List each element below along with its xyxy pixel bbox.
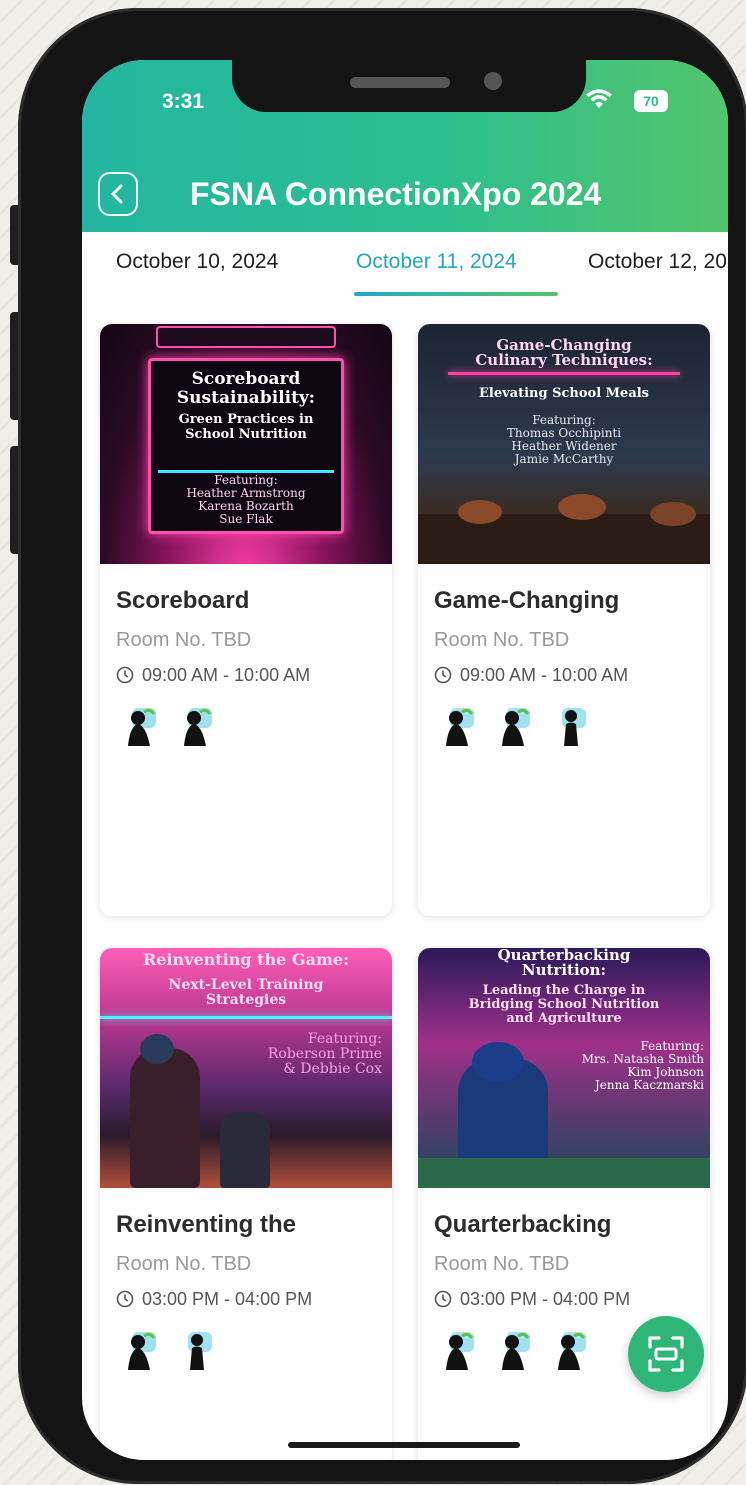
speaker-avatar-icon[interactable]: [442, 1330, 476, 1370]
image-featuring: Featuring: Heather Armstrong Karena Boza…: [186, 473, 306, 526]
session-title: Reinventing the: [116, 1211, 297, 1238]
image-subtitle: Elevating School Meals: [478, 386, 649, 401]
speaker-avatar-icon[interactable]: [180, 1330, 214, 1370]
session-time-row: 09:00 AM - 10:00 AM: [434, 664, 694, 686]
tab-october-12[interactable]: October 12, 2024: [588, 250, 728, 274]
session-title: Game-Changing: [434, 587, 620, 614]
football-2: [558, 494, 606, 520]
phone-frame: 3:31 70 FSNA ConnectionXpo 2024 October …: [18, 8, 746, 1484]
image-title: Game-Changing Culinary Techniques:: [475, 336, 653, 369]
date-tabs: October 10, 2024 October 11, 2024 Octobe…: [82, 232, 728, 300]
scan-button[interactable]: [628, 1316, 704, 1392]
speaker-avatar-icon[interactable]: [124, 706, 158, 746]
tab-october-11[interactable]: October 11, 2024: [356, 250, 517, 274]
speaker-list: [116, 1330, 376, 1370]
clock-icon: [116, 666, 134, 684]
home-indicator[interactable]: [288, 1442, 520, 1448]
speaker-avatar-icon[interactable]: [498, 1330, 532, 1370]
player-silhouette: [130, 1048, 200, 1188]
session-time-row: 03:00 PM - 04:00 PM: [434, 1288, 694, 1310]
field-grass: [418, 1158, 710, 1188]
session-card[interactable]: Reinventing the Game: Next-Level Trainin…: [100, 948, 392, 1460]
neon-streak: [100, 1016, 392, 1019]
session-time-row: 03:00 PM - 04:00 PM: [116, 1288, 376, 1310]
tab-october-10[interactable]: October 10, 2024: [116, 250, 278, 274]
chevron-left-icon: [111, 184, 123, 204]
status-time: 3:31: [162, 90, 205, 113]
football-1: [458, 500, 502, 524]
session-card[interactable]: Scoreboard Sustainability: Green Practic…: [100, 324, 392, 916]
image-title: Scoreboard Sustainability:: [176, 369, 316, 408]
wifi-icon: [586, 89, 612, 108]
speaker-grille: [350, 77, 450, 88]
session-time: 09:00 AM - 10:00 AM: [460, 665, 629, 685]
image-title: Reinventing the Game:: [143, 950, 349, 969]
session-time: 09:00 AM - 10:00 AM: [142, 665, 311, 685]
session-time: 03:00 PM - 04:00 PM: [460, 1289, 631, 1309]
active-tab-indicator: [354, 292, 558, 296]
clock-icon: [116, 1290, 134, 1308]
speaker-avatar-icon[interactable]: [554, 706, 588, 746]
back-button[interactable]: [98, 172, 138, 216]
image-subtitle: Next-Level Training Strategies: [168, 977, 324, 1008]
card-body: Scoreboard Room No. TBD 09:00 AM - 10:00…: [100, 564, 392, 746]
image-subtitle: Green Practices in School Nutrition: [178, 412, 314, 442]
speaker-avatar-icon[interactable]: [442, 706, 476, 746]
front-camera: [484, 72, 502, 90]
speaker-avatar-icon[interactable]: [180, 706, 214, 746]
session-image: Quarterbacking Nutrition: Leading the Ch…: [418, 948, 710, 1188]
session-room: Room No. TBD: [434, 1253, 570, 1275]
session-room: Room No. TBD: [116, 1253, 252, 1275]
session-time: 03:00 PM - 04:00 PM: [142, 1289, 313, 1309]
session-image: Scoreboard Sustainability: Green Practic…: [100, 324, 392, 564]
player-helmet: [472, 1042, 524, 1082]
player-helmet: [140, 1034, 174, 1064]
neon-line: [448, 372, 680, 375]
speaker-list: [116, 706, 376, 746]
speaker-avatar-icon[interactable]: [124, 1330, 158, 1370]
scan-icon: [648, 1336, 684, 1372]
scoreboard-panel-top: [156, 326, 336, 348]
speaker-avatar-icon[interactable]: [498, 706, 532, 746]
session-image: Reinventing the Game: Next-Level Trainin…: [100, 948, 392, 1188]
page-title: FSNA ConnectionXpo 2024: [190, 176, 602, 212]
player-silhouette-2: [220, 1112, 270, 1188]
session-title: Quarterbacking: [434, 1211, 612, 1238]
image-title: Quarterbacking Nutrition:: [497, 948, 631, 979]
session-title: Scoreboard: [116, 587, 250, 614]
session-room: Room No. TBD: [434, 629, 570, 651]
battery-indicator: 70: [634, 90, 668, 112]
card-body: Reinventing the Room No. TBD 03:00 PM - …: [100, 1188, 392, 1370]
image-featuring: Featuring: Thomas Occhipinti Heather Wid…: [506, 413, 622, 466]
clock-icon: [434, 1290, 452, 1308]
speaker-avatar-icon[interactable]: [554, 1330, 588, 1370]
session-card[interactable]: Game-Changing Culinary Techniques: Eleva…: [418, 324, 710, 916]
clock-icon: [434, 666, 452, 684]
card-body: Game-Changing Room No. TBD 09:00 AM - 10…: [418, 564, 710, 746]
device-notch: [232, 60, 586, 112]
speaker-list: [434, 706, 694, 746]
app-screen: 3:31 70 FSNA ConnectionXpo 2024 October …: [82, 60, 728, 1460]
session-time-row: 09:00 AM - 10:00 AM: [116, 664, 376, 686]
image-featuring: Featuring: Roberson Prime & Debbie Cox: [267, 1031, 382, 1077]
session-image: Game-Changing Culinary Techniques: Eleva…: [418, 324, 710, 564]
session-room: Room No. TBD: [116, 629, 252, 651]
football-3: [650, 502, 696, 526]
image-subtitle: Leading the Charge in Bridging School Nu…: [468, 983, 660, 1026]
image-featuring: Featuring: Mrs. Natasha Smith Kim Johnso…: [581, 1039, 704, 1092]
